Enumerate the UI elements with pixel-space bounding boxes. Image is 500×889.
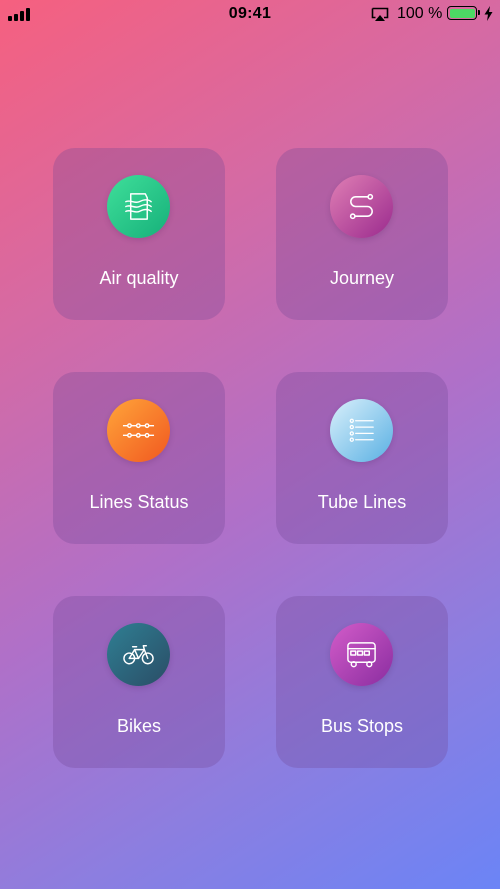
- battery-icon: [447, 6, 480, 20]
- air-quality-icon-circle: [107, 175, 170, 238]
- status-bar: 09:41 100 %: [0, 0, 500, 30]
- air-quality-label: Air quality: [99, 268, 179, 288]
- lines-status-tile[interactable]: Lines Status: [53, 372, 225, 544]
- lines-status-icon-circle: [107, 399, 170, 462]
- tube-lines-tile[interactable]: Tube Lines: [276, 372, 448, 544]
- bus-stops-icon-circle: [330, 623, 393, 686]
- air-quality-icon: [125, 193, 152, 220]
- battery-percentage: 100 %: [397, 5, 443, 22]
- bikes-tile[interactable]: Bikes: [53, 596, 225, 768]
- bikes-icon-circle: [107, 623, 170, 686]
- bus-icon: [347, 642, 376, 668]
- air-quality-tile[interactable]: Air quality: [53, 148, 225, 320]
- bus-stops-label: Bus Stops: [320, 716, 404, 736]
- lines-status-label: Lines Status: [89, 492, 189, 512]
- tube-lines-label: Tube Lines: [317, 492, 407, 512]
- tube-lines-icon-circle: [330, 399, 393, 462]
- bikes-label: Bikes: [116, 716, 161, 736]
- battery-level-fill: [449, 8, 475, 18]
- journey-label: Journey: [329, 268, 395, 288]
- journey-route-icon: [349, 193, 374, 220]
- journey-tile[interactable]: Journey: [276, 148, 448, 320]
- journey-icon-circle: [330, 175, 393, 238]
- bike-icon: [123, 645, 154, 665]
- airplay-icon: [371, 7, 389, 21]
- charging-bolt-icon: [484, 6, 493, 21]
- bus-stops-tile[interactable]: Bus Stops: [276, 596, 448, 768]
- lines-status-icon: [122, 423, 155, 438]
- tube-lines-list-icon: [349, 418, 374, 442]
